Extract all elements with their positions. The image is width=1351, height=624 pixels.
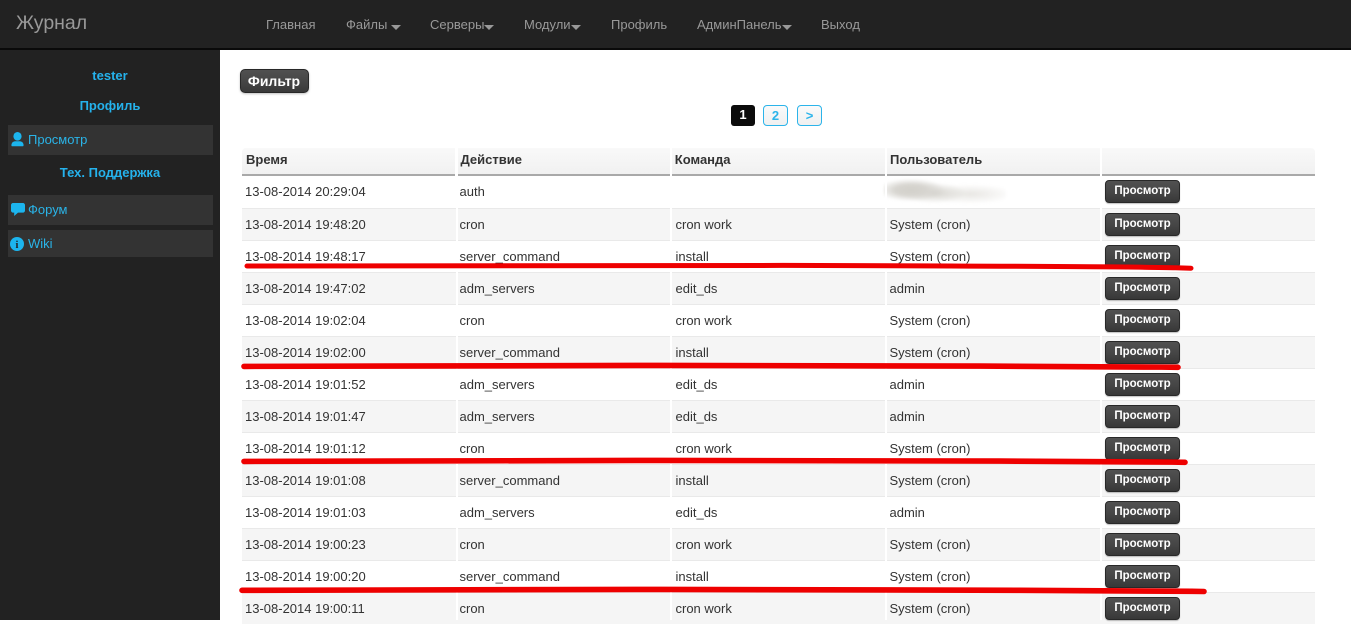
svg-text:i: i [16, 240, 19, 251]
